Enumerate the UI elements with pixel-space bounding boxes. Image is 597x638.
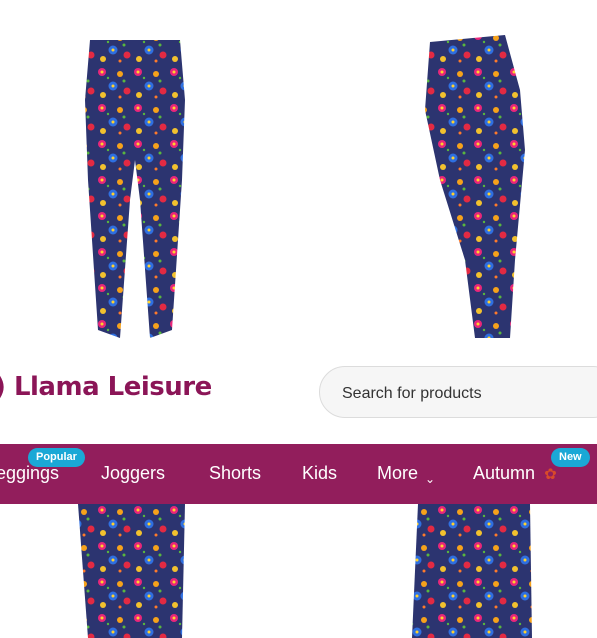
nav-item-label: Kids bbox=[302, 463, 338, 483]
product-image-side[interactable] bbox=[400, 30, 550, 340]
new-badge: New bbox=[551, 448, 590, 467]
nav-item-more[interactable]: More ⌄ bbox=[377, 463, 436, 486]
nav-item-label: Autumn bbox=[473, 463, 536, 483]
nav-item-joggers[interactable]: Joggers bbox=[101, 463, 165, 484]
main-nav: eggings Popular Joggers Shorts Kids More… bbox=[0, 444, 597, 504]
nav-item-shorts[interactable]: Shorts bbox=[209, 463, 261, 484]
popular-badge: Popular bbox=[28, 448, 85, 467]
product-image-bottom-side[interactable] bbox=[400, 504, 550, 638]
search-box[interactable] bbox=[319, 366, 597, 418]
logo[interactable]: ) Llama Leisure bbox=[0, 372, 212, 402]
nav-item-label: More bbox=[377, 463, 419, 483]
chevron-down-icon: ⌄ bbox=[425, 472, 436, 486]
product-image-bottom-front[interactable] bbox=[60, 504, 210, 638]
nav-item-label: Shorts bbox=[209, 463, 262, 483]
brand-name: Llama Leisure bbox=[13, 372, 212, 402]
nav-item-kids[interactable]: Kids bbox=[302, 463, 337, 484]
search-input[interactable] bbox=[340, 381, 594, 407]
site-header: ) Llama Leisure bbox=[0, 340, 597, 444]
product-image-front[interactable] bbox=[60, 30, 210, 340]
llama-logo-icon: ) bbox=[0, 372, 6, 402]
nav-item-autumn[interactable]: Autumn ✿ bbox=[473, 463, 557, 484]
nav-item-label: Joggers bbox=[101, 463, 166, 483]
autumn-leaf-icon: ✿ bbox=[544, 466, 557, 483]
